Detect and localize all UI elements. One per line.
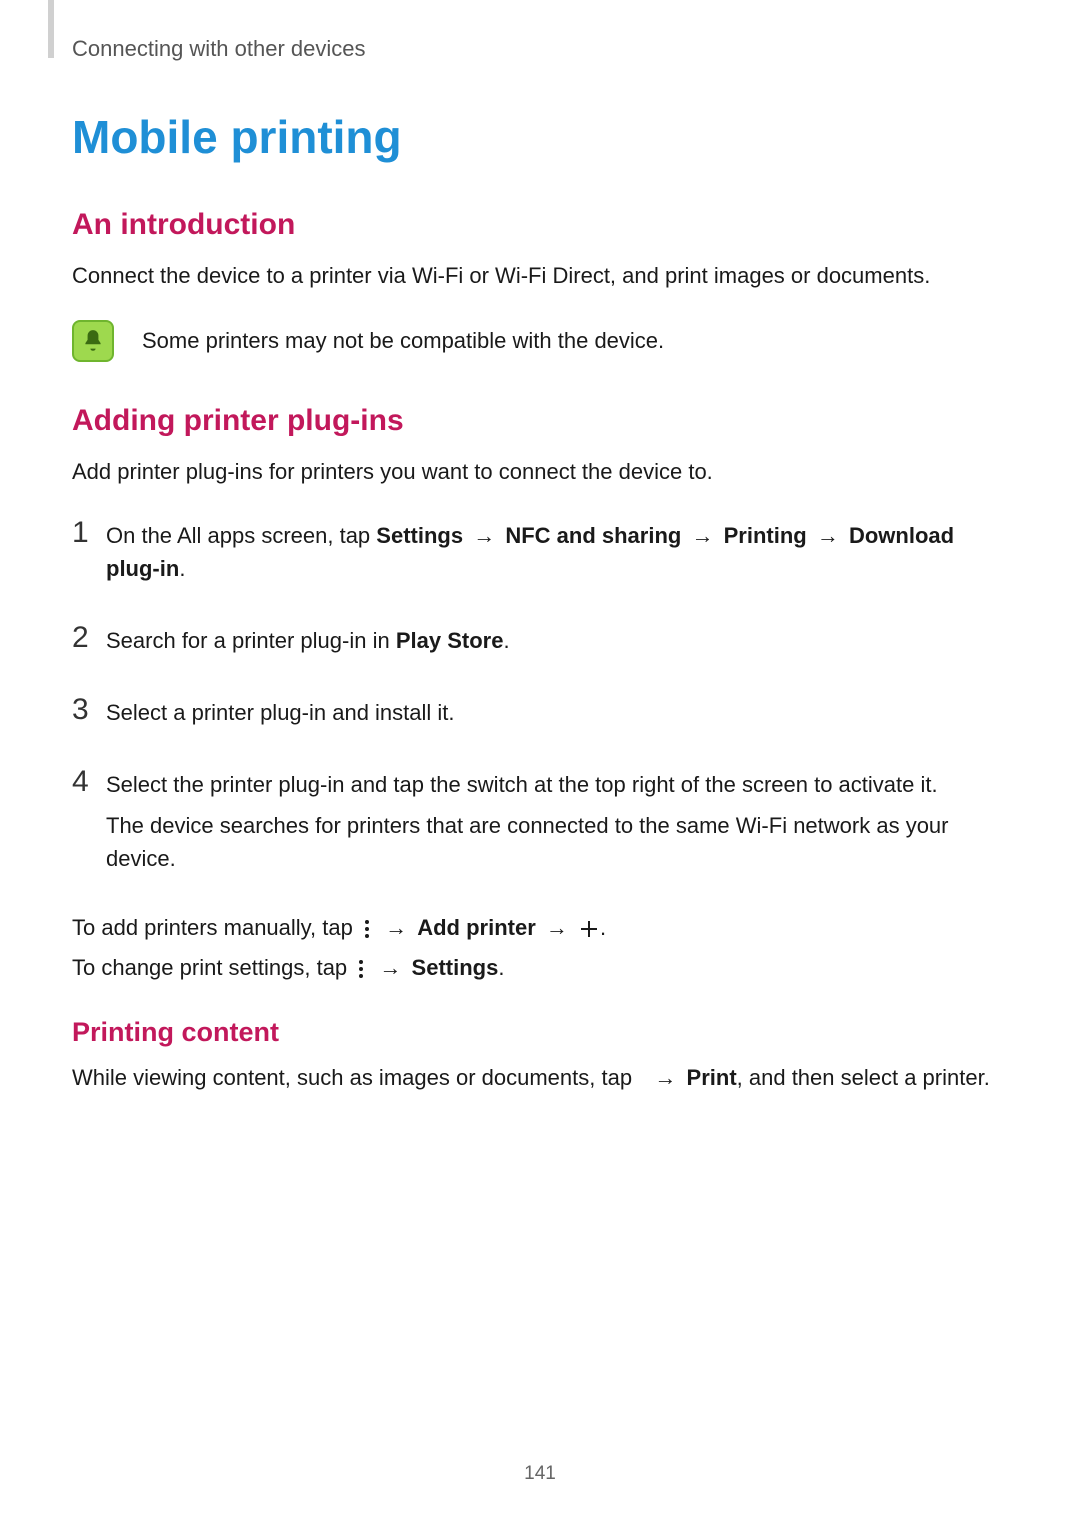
step-4: 4 Select the printer plug-in and tap the…	[72, 765, 1008, 883]
step4-text-b: The device searches for printers that ar…	[106, 809, 1008, 875]
period: .	[179, 556, 185, 581]
period: .	[498, 955, 504, 980]
step2-text-a: Search for a printer plug-in in	[106, 628, 396, 653]
change-settings-line: To change print settings, tap → Settings…	[72, 951, 1008, 985]
step-2: 2 Search for a printer plug-in in Play S…	[72, 621, 1008, 665]
printing-print: Print	[687, 1065, 737, 1090]
intro-body: Connect the device to a printer via Wi-F…	[72, 260, 1008, 292]
bell-icon	[72, 320, 114, 362]
step1-text-a: On the All apps screen, tap	[106, 523, 376, 548]
arrow-icon: →	[379, 951, 401, 985]
period: .	[503, 628, 509, 653]
step2-playstore: Play Store	[396, 628, 504, 653]
step-3: 3 Select a printer plug-in and install i…	[72, 693, 1008, 737]
arrow-icon: →	[817, 519, 839, 552]
heading-printing-content: Printing content	[72, 1017, 1008, 1048]
printing-body: While viewing content, such as images or…	[72, 1062, 1008, 1094]
manual-a: To add printers manually, tap	[72, 915, 359, 940]
more-vertical-icon	[355, 959, 367, 979]
arrow-icon: →	[691, 519, 713, 552]
step1-printing: Printing	[724, 523, 807, 548]
step-number: 1	[72, 516, 106, 549]
printing-body-a: While viewing content, such as images or…	[72, 1065, 638, 1090]
manual-addprinter: Add printer	[417, 915, 536, 940]
plus-icon	[580, 920, 598, 938]
plugins-intro: Add printer plug-ins for printers you wa…	[72, 456, 1008, 488]
breadcrumb: Connecting with other devices	[72, 36, 1008, 62]
note-callout: Some printers may not be compatible with…	[72, 320, 1008, 362]
page-title: Mobile printing	[72, 110, 1008, 164]
arrow-icon: →	[546, 911, 568, 945]
settings-label: Settings	[412, 955, 499, 980]
printing-body-c: , and then select a printer.	[737, 1065, 990, 1090]
settings-a: To change print settings, tap	[72, 955, 353, 980]
period: .	[600, 915, 606, 940]
step1-nfc: NFC and sharing	[505, 523, 681, 548]
heading-plugins: Adding printer plug-ins	[72, 404, 1008, 438]
more-vertical-icon	[361, 919, 373, 939]
step-number: 2	[72, 621, 106, 654]
step-number: 4	[72, 765, 106, 798]
page-edge-tab	[48, 0, 54, 58]
steps-list: 1 On the All apps screen, tap Settings →…	[72, 516, 1008, 883]
manual-add-line: To add printers manually, tap → Add prin…	[72, 911, 1008, 945]
arrow-icon: →	[385, 911, 407, 945]
page-number: 141	[0, 1463, 1080, 1485]
note-text: Some printers may not be compatible with…	[142, 325, 664, 357]
arrow-icon: →	[654, 1062, 676, 1094]
step1-settings: Settings	[376, 523, 463, 548]
step-1: 1 On the All apps screen, tap Settings →…	[72, 516, 1008, 593]
heading-intro: An introduction	[72, 208, 1008, 242]
step-number: 3	[72, 693, 106, 726]
arrow-icon: →	[473, 519, 495, 552]
step3-text: Select a printer plug-in and install it.	[106, 696, 1008, 729]
step4-text-a: Select the printer plug-in and tap the s…	[106, 768, 1008, 801]
